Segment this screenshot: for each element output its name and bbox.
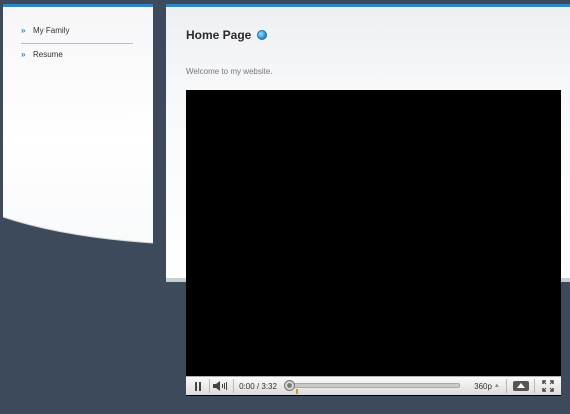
sidebar-curve [3,216,153,249]
buffer-marker [296,389,298,394]
double-chevron-icon: » [21,26,25,35]
video-player[interactable] [186,90,561,396]
divider [534,379,535,393]
page-title: Home Page [186,28,252,42]
divider [506,379,507,393]
fullscreen-icon [542,380,554,392]
sidebar-item-label: My Family [33,26,70,35]
sidebar: » My Family » Resume [3,4,153,249]
divider [233,379,234,393]
fullscreen-button[interactable] [537,377,559,395]
seek-handle[interactable] [284,380,295,391]
sidebar-item-resume[interactable]: » Resume [21,50,63,59]
popout-button[interactable] [510,377,532,395]
welcome-text: Welcome to my website. [186,67,273,76]
info-icon[interactable] [257,30,267,40]
divider [21,43,133,44]
quality-selector[interactable]: 360p ▲ [470,377,504,395]
sidebar-item-label: Resume [33,50,63,59]
video-controls: 0:00 / 3:32 360p ▲ [186,376,561,395]
seek-bar[interactable] [290,383,460,388]
speaker-icon [213,381,227,391]
time-display: 0:00 / 3:32 [239,381,277,391]
sidebar-item-my-family[interactable]: » My Family [21,26,69,35]
pause-icon-bar [199,381,201,391]
eject-icon [513,381,529,391]
pause-icon [195,381,197,391]
pause-button[interactable] [188,377,208,395]
quality-label: 360p [474,381,492,391]
caret-up-icon: ▲ [493,383,500,389]
volume-button[interactable] [210,377,232,395]
double-chevron-icon: » [21,50,25,59]
